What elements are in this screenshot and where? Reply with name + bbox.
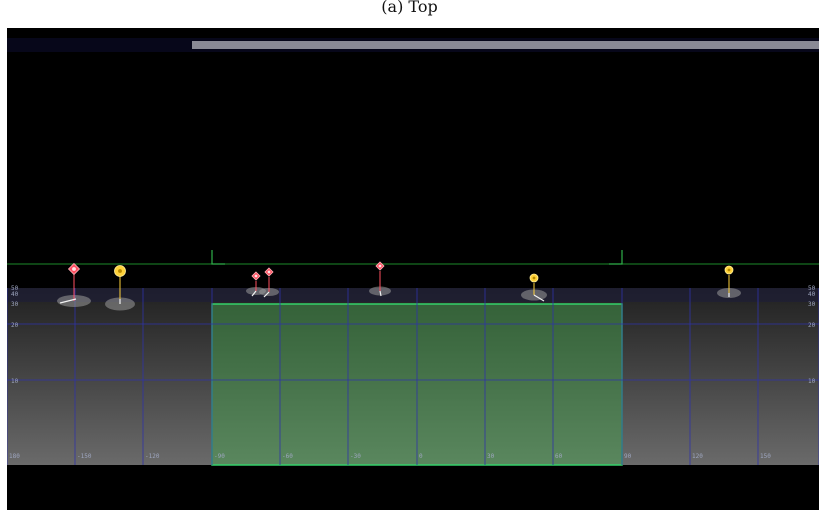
x-tick-label: 90	[624, 453, 632, 460]
red-diamond-marker[interactable]	[369, 261, 391, 297]
y-tick-label-right: 20	[808, 322, 816, 329]
figure-caption: (a) Top	[381, 0, 438, 16]
x-tick-label: 180	[9, 453, 20, 460]
scene-viewer[interactable]: 180-150-120-90-60-3003060901201501805040…	[7, 28, 819, 510]
y-tick-label-left: 30	[11, 301, 19, 308]
y-tick-label-right: 10	[808, 378, 816, 385]
x-tick-label: -60	[282, 453, 293, 460]
y-tick-label-left: 40	[11, 291, 19, 298]
zone-bracket-right	[609, 250, 623, 265]
y-tick-label-right: 30	[808, 301, 816, 308]
x-tick-label: -90	[214, 453, 225, 460]
zone-bracket-left	[211, 250, 225, 265]
red-diamond-marker[interactable]	[57, 262, 91, 308]
y-tick-label-left: 10	[11, 378, 19, 385]
x-tick-label: 120	[692, 453, 703, 460]
x-tick-label: 60	[555, 453, 563, 460]
y-tick-label-left: 20	[11, 322, 19, 329]
x-tick-label: -120	[145, 453, 160, 460]
yellow-circle-marker[interactable]	[717, 265, 741, 298]
x-tick-label: 150	[760, 453, 771, 460]
x-tick-label: 0	[419, 453, 423, 460]
x-tick-label: -150	[77, 453, 92, 460]
y-tick-label-right: 40	[808, 291, 816, 298]
x-tick-label: 30	[487, 453, 495, 460]
x-tick-label: -30	[350, 453, 361, 460]
red-diamond-marker[interactable]	[259, 267, 279, 298]
top-view-scene[interactable]: 180-150-120-90-60-3003060901201501805040…	[7, 28, 819, 510]
yellow-circle-marker[interactable]	[521, 273, 547, 302]
